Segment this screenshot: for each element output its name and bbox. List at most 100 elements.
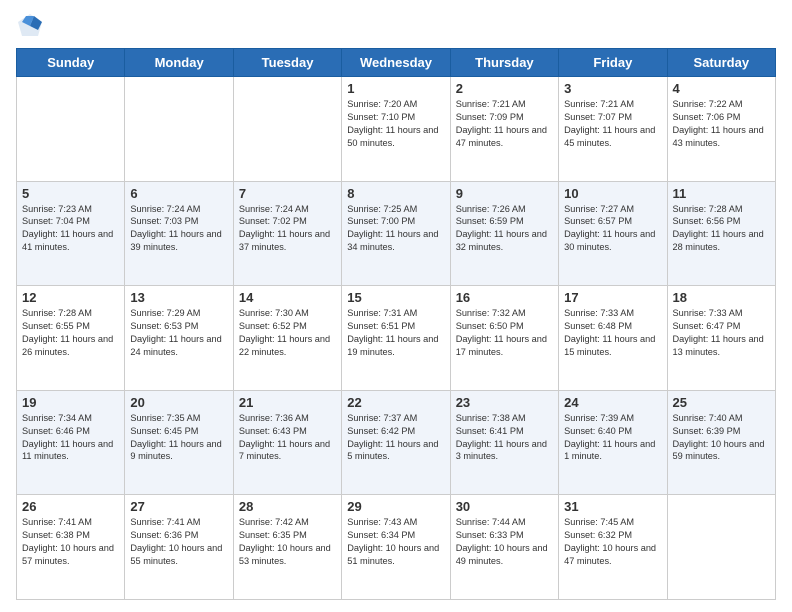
day-info: Sunrise: 7:45 AM Sunset: 6:32 PM Dayligh…: [564, 516, 661, 568]
day-info: Sunrise: 7:33 AM Sunset: 6:48 PM Dayligh…: [564, 307, 661, 359]
day-number: 14: [239, 290, 336, 305]
calendar-table: SundayMondayTuesdayWednesdayThursdayFrid…: [16, 48, 776, 600]
day-info: Sunrise: 7:30 AM Sunset: 6:52 PM Dayligh…: [239, 307, 336, 359]
day-info: Sunrise: 7:28 AM Sunset: 6:56 PM Dayligh…: [673, 203, 770, 255]
day-info: Sunrise: 7:24 AM Sunset: 7:03 PM Dayligh…: [130, 203, 227, 255]
day-number: 20: [130, 395, 227, 410]
calendar-cell: 24 Sunrise: 7:39 AM Sunset: 6:40 PM Dayli…: [559, 390, 667, 495]
calendar-cell: 11 Sunrise: 7:28 AM Sunset: 6:56 PM Dayli…: [667, 181, 775, 286]
calendar-cell: 27 Sunrise: 7:41 AM Sunset: 6:36 PM Dayli…: [125, 495, 233, 600]
calendar-cell: 30 Sunrise: 7:44 AM Sunset: 6:33 PM Dayli…: [450, 495, 558, 600]
day-info: Sunrise: 7:20 AM Sunset: 7:10 PM Dayligh…: [347, 98, 444, 150]
day-info: Sunrise: 7:24 AM Sunset: 7:02 PM Dayligh…: [239, 203, 336, 255]
day-info: Sunrise: 7:28 AM Sunset: 6:55 PM Dayligh…: [22, 307, 119, 359]
calendar-dow-tuesday: Tuesday: [233, 49, 341, 77]
calendar-cell: 18 Sunrise: 7:33 AM Sunset: 6:47 PM Dayli…: [667, 286, 775, 391]
day-number: 8: [347, 186, 444, 201]
day-number: 23: [456, 395, 553, 410]
day-number: 5: [22, 186, 119, 201]
day-info: Sunrise: 7:22 AM Sunset: 7:06 PM Dayligh…: [673, 98, 770, 150]
day-info: Sunrise: 7:21 AM Sunset: 7:07 PM Dayligh…: [564, 98, 661, 150]
calendar-cell: [125, 77, 233, 182]
calendar-dow-friday: Friday: [559, 49, 667, 77]
calendar-cell: 6 Sunrise: 7:24 AM Sunset: 7:03 PM Daylig…: [125, 181, 233, 286]
day-number: 18: [673, 290, 770, 305]
calendar-cell: 9Sunrise: 7:26 AM Sunset: 6:59 PM Daylig…: [450, 181, 558, 286]
day-info: Sunrise: 7:43 AM Sunset: 6:34 PM Dayligh…: [347, 516, 444, 568]
day-info: Sunrise: 7:38 AM Sunset: 6:41 PM Dayligh…: [456, 412, 553, 464]
day-number: 4: [673, 81, 770, 96]
day-info: Sunrise: 7:31 AM Sunset: 6:51 PM Dayligh…: [347, 307, 444, 359]
logo-icon: [16, 12, 44, 40]
calendar-dow-monday: Monday: [125, 49, 233, 77]
calendar-cell: 17 Sunrise: 7:33 AM Sunset: 6:48 PM Dayli…: [559, 286, 667, 391]
calendar-cell: 13Sunrise: 7:29 AM Sunset: 6:53 PM Dayli…: [125, 286, 233, 391]
page: SundayMondayTuesdayWednesdayThursdayFrid…: [0, 0, 792, 612]
day-number: 17: [564, 290, 661, 305]
calendar-cell: 1Sunrise: 7:20 AM Sunset: 7:10 PM Daylig…: [342, 77, 450, 182]
day-number: 26: [22, 499, 119, 514]
calendar-week-0: 1Sunrise: 7:20 AM Sunset: 7:10 PM Daylig…: [17, 77, 776, 182]
day-number: 7: [239, 186, 336, 201]
day-number: 27: [130, 499, 227, 514]
calendar-cell: 21 Sunrise: 7:36 AM Sunset: 6:43 PM Dayli…: [233, 390, 341, 495]
day-info: Sunrise: 7:44 AM Sunset: 6:33 PM Dayligh…: [456, 516, 553, 568]
day-number: 24: [564, 395, 661, 410]
calendar-dow-saturday: Saturday: [667, 49, 775, 77]
day-info: Sunrise: 7:41 AM Sunset: 6:38 PM Dayligh…: [22, 516, 119, 568]
day-info: Sunrise: 7:23 AM Sunset: 7:04 PM Dayligh…: [22, 203, 119, 255]
day-number: 11: [673, 186, 770, 201]
calendar-cell: [17, 77, 125, 182]
calendar-cell: 8 Sunrise: 7:25 AM Sunset: 7:00 PM Daylig…: [342, 181, 450, 286]
calendar-week-4: 26 Sunrise: 7:41 AM Sunset: 6:38 PM Dayli…: [17, 495, 776, 600]
day-number: 29: [347, 499, 444, 514]
day-info: Sunrise: 7:26 AM Sunset: 6:59 PM Dayligh…: [456, 203, 553, 255]
calendar-cell: 4 Sunrise: 7:22 AM Sunset: 7:06 PM Daylig…: [667, 77, 775, 182]
calendar-week-3: 19 Sunrise: 7:34 AM Sunset: 6:46 PM Dayli…: [17, 390, 776, 495]
calendar-cell: [233, 77, 341, 182]
calendar-cell: 25 Sunrise: 7:40 AM Sunset: 6:39 PM Dayli…: [667, 390, 775, 495]
day-info: Sunrise: 7:21 AM Sunset: 7:09 PM Dayligh…: [456, 98, 553, 150]
calendar-dow-wednesday: Wednesday: [342, 49, 450, 77]
calendar-cell: 23 Sunrise: 7:38 AM Sunset: 6:41 PM Dayli…: [450, 390, 558, 495]
day-info: Sunrise: 7:25 AM Sunset: 7:00 PM Dayligh…: [347, 203, 444, 255]
day-info: Sunrise: 7:42 AM Sunset: 6:35 PM Dayligh…: [239, 516, 336, 568]
day-info: Sunrise: 7:39 AM Sunset: 6:40 PM Dayligh…: [564, 412, 661, 464]
day-number: 30: [456, 499, 553, 514]
calendar-cell: 16 Sunrise: 7:32 AM Sunset: 6:50 PM Dayli…: [450, 286, 558, 391]
calendar-cell: 20 Sunrise: 7:35 AM Sunset: 6:45 PM Dayli…: [125, 390, 233, 495]
calendar-cell: 28 Sunrise: 7:42 AM Sunset: 6:35 PM Dayli…: [233, 495, 341, 600]
day-info: Sunrise: 7:27 AM Sunset: 6:57 PM Dayligh…: [564, 203, 661, 255]
day-number: 19: [22, 395, 119, 410]
calendar-header-row: SundayMondayTuesdayWednesdayThursdayFrid…: [17, 49, 776, 77]
day-number: 21: [239, 395, 336, 410]
day-number: 28: [239, 499, 336, 514]
day-number: 10: [564, 186, 661, 201]
day-info: Sunrise: 7:36 AM Sunset: 6:43 PM Dayligh…: [239, 412, 336, 464]
day-info: Sunrise: 7:37 AM Sunset: 6:42 PM Dayligh…: [347, 412, 444, 464]
day-info: Sunrise: 7:33 AM Sunset: 6:47 PM Dayligh…: [673, 307, 770, 359]
calendar-cell: [667, 495, 775, 600]
header: [16, 12, 776, 40]
calendar-week-1: 5 Sunrise: 7:23 AM Sunset: 7:04 PM Daylig…: [17, 181, 776, 286]
day-number: 13: [130, 290, 227, 305]
calendar-cell: 15 Sunrise: 7:31 AM Sunset: 6:51 PM Dayli…: [342, 286, 450, 391]
day-number: 25: [673, 395, 770, 410]
day-info: Sunrise: 7:34 AM Sunset: 6:46 PM Dayligh…: [22, 412, 119, 464]
calendar-cell: 26 Sunrise: 7:41 AM Sunset: 6:38 PM Dayli…: [17, 495, 125, 600]
day-number: 2: [456, 81, 553, 96]
calendar-cell: 31 Sunrise: 7:45 AM Sunset: 6:32 PM Dayli…: [559, 495, 667, 600]
day-info: Sunrise: 7:40 AM Sunset: 6:39 PM Dayligh…: [673, 412, 770, 464]
day-number: 15: [347, 290, 444, 305]
calendar-cell: 5 Sunrise: 7:23 AM Sunset: 7:04 PM Daylig…: [17, 181, 125, 286]
day-number: 31: [564, 499, 661, 514]
day-info: Sunrise: 7:35 AM Sunset: 6:45 PM Dayligh…: [130, 412, 227, 464]
day-info: Sunrise: 7:41 AM Sunset: 6:36 PM Dayligh…: [130, 516, 227, 568]
day-number: 6: [130, 186, 227, 201]
day-info: Sunrise: 7:32 AM Sunset: 6:50 PM Dayligh…: [456, 307, 553, 359]
day-number: 22: [347, 395, 444, 410]
calendar-cell: 2 Sunrise: 7:21 AM Sunset: 7:09 PM Daylig…: [450, 77, 558, 182]
day-number: 16: [456, 290, 553, 305]
calendar-cell: 12Sunrise: 7:28 AM Sunset: 6:55 PM Dayli…: [17, 286, 125, 391]
calendar-cell: 10 Sunrise: 7:27 AM Sunset: 6:57 PM Dayli…: [559, 181, 667, 286]
